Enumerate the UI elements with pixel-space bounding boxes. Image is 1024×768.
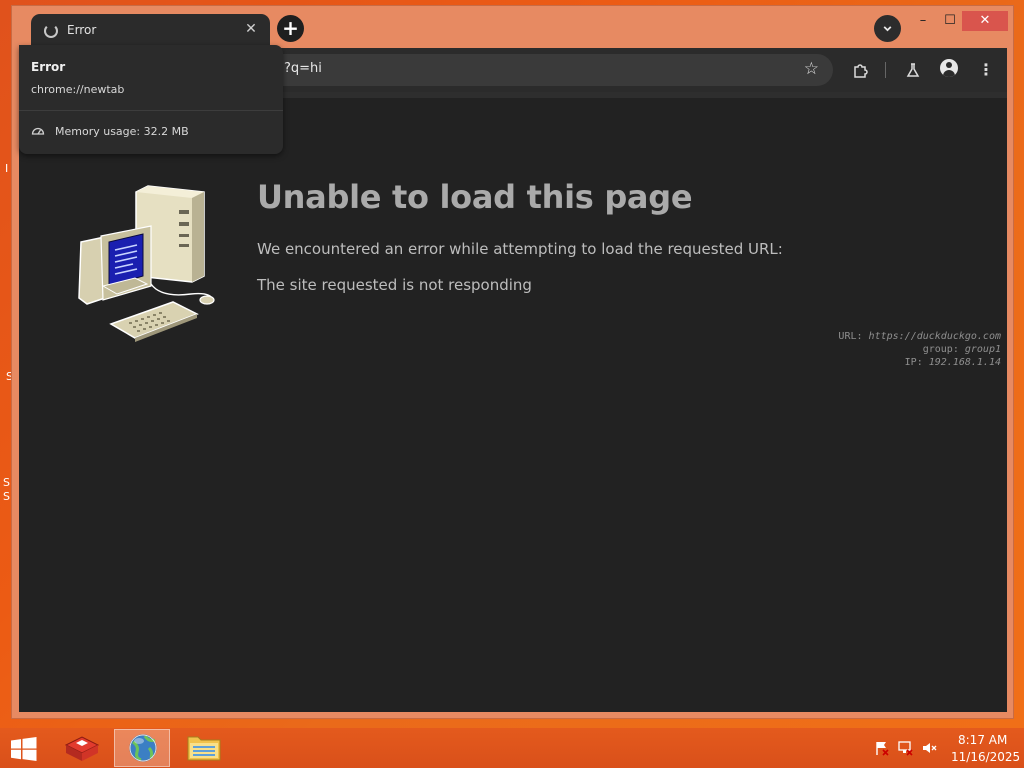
error-reason: The site requested is not responding xyxy=(257,276,532,294)
menu-icon[interactable]: ⋮ xyxy=(974,58,998,82)
error-meta-group: group: group1 xyxy=(922,344,1001,355)
hover-card-memory: Memory usage: 32.2 MB xyxy=(55,125,189,138)
computer-illustration-icon xyxy=(78,185,215,342)
profile-icon[interactable] xyxy=(937,58,961,82)
taskbar-app-launcher[interactable] xyxy=(54,729,110,767)
chevron-down-icon xyxy=(883,26,892,32)
page-content: Unable to load this page We encountered … xyxy=(19,92,1007,712)
extensions-icon[interactable] xyxy=(849,58,873,82)
tab-hover-card: Error chrome://newtab Memory usage: 32.2… xyxy=(19,45,283,154)
desktop-text-fragment: S xyxy=(3,476,10,489)
tab-close-icon[interactable]: ✕ xyxy=(242,20,260,38)
tab-title: Error xyxy=(67,23,97,37)
hover-card-title: Error xyxy=(31,60,66,74)
address-bar-text[interactable]: ?q=hi xyxy=(284,61,322,76)
title-bar: Error ✕ + – ☐ ✕ xyxy=(12,6,1013,48)
action-center-flag-icon[interactable] xyxy=(874,740,890,756)
taskbar: 8:17 AM 11/16/2025 xyxy=(0,728,1024,768)
desktop-text-fragment: S xyxy=(3,490,10,503)
new-tab-button[interactable]: + xyxy=(277,15,304,42)
tab-search-button[interactable] xyxy=(874,15,901,42)
network-icon[interactable] xyxy=(898,740,914,756)
browser-globe-icon xyxy=(129,734,157,762)
labs-icon[interactable] xyxy=(901,58,925,82)
volume-muted-icon[interactable] xyxy=(921,740,937,756)
error-meta-ip: IP: 192.168.1.14 xyxy=(904,357,1001,368)
app-launcher-icon xyxy=(64,736,100,761)
error-meta-url: URL: https://duckduckgo.com xyxy=(838,331,1001,342)
error-metadata: URL: https://duckduckgo.com group: group… xyxy=(838,330,1001,369)
hover-card-divider xyxy=(19,110,283,111)
taskbar-file-explorer[interactable] xyxy=(176,729,232,767)
memory-gauge-icon xyxy=(31,127,45,135)
taskbar-browser[interactable] xyxy=(114,729,170,767)
desktop-text-fragment: I xyxy=(5,162,9,175)
tab-error[interactable]: Error ✕ xyxy=(31,14,270,48)
close-window-button[interactable]: ✕ xyxy=(962,11,1008,31)
loading-spinner-icon xyxy=(44,24,58,38)
error-description: We encountered an error while attempting… xyxy=(257,240,783,258)
error-title: Unable to load this page xyxy=(257,178,693,216)
hover-card-url: chrome://newtab xyxy=(31,83,125,96)
folder-icon xyxy=(187,736,221,761)
toolbar-separator xyxy=(885,62,886,78)
star-icon[interactable]: ☆ xyxy=(804,59,819,79)
windows-start-icon[interactable] xyxy=(10,737,38,761)
clock-date[interactable]: 11/16/2025 xyxy=(951,750,1020,764)
clock-time[interactable]: 8:17 AM xyxy=(958,733,1007,747)
